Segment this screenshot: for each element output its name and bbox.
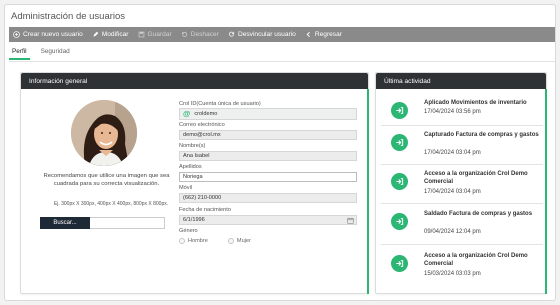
email-label: Correo electrónico [179,122,225,128]
lastname-value: Noriega [183,173,203,180]
user-id-value: croldemo [194,110,218,117]
modify-button[interactable]: Modificar [92,31,129,38]
undo-button[interactable]: Deshacer [181,31,219,38]
modify-label: Modificar [101,31,129,38]
activity-divider [381,164,543,165]
sign-in-icon [391,213,408,230]
general-info-header: Información general [21,73,368,89]
activity-accent-line [545,89,547,294]
unlink-user-label: Desvincular usuario [237,31,296,38]
activity-divider [381,203,543,204]
radio-male[interactable] [179,238,185,244]
back-button[interactable]: Regresar [305,31,342,38]
save-button[interactable]: Guardar [138,31,172,38]
gender-male-option[interactable]: Hombre [179,238,208,244]
activity-date: 17/04/2024 03:04 pm [424,189,481,195]
activity-date: 17/04/2024 03:56 pm [424,109,481,115]
activity-item: Acceso a la organización Crol Demo Comer… [391,171,541,201]
tab-divider [9,61,555,62]
toolbar: Crear nuevo usuario Modificar Guardar De… [9,27,555,42]
undo-label: Deshacer [190,31,219,38]
activity-divider [381,125,543,126]
plus-circle-icon [13,31,20,38]
profile-photo [71,100,137,166]
user-id-label: Crol ID(Cuenta única de usuario) [179,101,261,107]
lastname-field[interactable]: Noriega [179,172,357,182]
activity-item: Acceso a la organización Crol Demo Comer… [391,253,541,283]
unlink-icon [229,31,235,37]
activity-title: Acceso a la organización Crol Demo Comer… [424,253,528,267]
gender-female-label: Mujer [236,238,251,244]
page-title: Administración de usuarios [11,11,126,22]
activity-date: 09/04/2024 12:04 pm [424,229,481,235]
lastname-label: Apellidos [179,164,202,170]
user-id-field[interactable]: @ croldemo [179,108,357,120]
activity-header: Última actividad [376,73,546,89]
gender-label: Género [179,228,198,234]
unlink-user-button[interactable]: Desvincular usuario [228,31,296,38]
panel-accent-line [367,89,369,294]
activity-title: Capturado Factura de compras y gastos [424,132,539,138]
activity-title: Saldado Factura de compras y gastos [424,211,533,217]
save-label: Guardar [147,31,172,38]
mobile-field[interactable]: (662) 210-0000 [179,193,357,203]
file-path-field[interactable] [90,217,165,229]
avatar [71,100,137,166]
activity-divider [381,244,543,245]
gender-radio-group: Hombre Mujer [179,238,251,244]
sign-in-icon [391,134,408,151]
undo-icon [181,32,187,37]
pencil-icon [93,31,99,37]
browse-button[interactable]: Buscar... [40,217,90,229]
image-dimensions-text: Ej. 300px X 300px, 400px X 400px, 800px … [53,201,169,207]
activity-title: Aplicado Movimientos de inventario [424,100,527,106]
name-field[interactable]: Ana Isabel [179,151,357,161]
email-field[interactable]: demo@crol.mx [179,130,357,140]
calendar-icon[interactable] [347,217,354,224]
sign-in-icon [391,255,408,272]
file-picker: Buscar... [40,217,165,229]
birthdate-label: Fecha de nacimiento [179,207,231,213]
chevron-left-icon [306,31,310,38]
activity-title: Acceso a la organización Crol Demo Comer… [424,171,528,185]
activity-date: 17/04/2024 03:04 pm [424,150,481,156]
email-value: demo@crol.mx [183,131,221,138]
gender-male-label: Hombre [188,238,208,244]
mobile-label: Móvil [179,185,193,191]
back-label: Regresar [314,31,342,38]
app-window: Administración de usuarios Crear nuevo u… [4,4,556,301]
save-icon [138,31,144,38]
name-label: Nombre(s) [179,143,206,149]
birthdate-field[interactable]: 6/1/1996 [179,215,357,225]
general-info-panel: Información general Recomendamos que uti… [20,72,369,294]
at-sign-icon: @ [183,109,191,119]
radio-female[interactable] [227,238,234,244]
activity-item: Capturado Factura de compras y gastos 17… [391,132,541,162]
activity-item: Saldado Factura de compras y gastos 09/0… [391,211,541,241]
sign-in-icon [391,173,408,190]
tab-security[interactable]: Seguridad [38,46,73,60]
tab-profile[interactable]: Perfil [9,46,30,60]
activity-date: 15/03/2024 03:03 pm [424,271,481,277]
gender-female-option[interactable]: Mujer [227,238,251,244]
name-value: Ana Isabel [183,152,210,159]
sign-in-icon [391,102,408,119]
mobile-value: (662) 210-0000 [183,194,222,201]
tab-bar: Perfil Seguridad [9,46,73,60]
activity-panel: Última actividad Aplicado Movimientos de… [375,72,547,294]
birthdate-value: 6/1/1996 [183,216,205,223]
create-user-label: Crear nuevo usuario [23,31,83,38]
create-user-button[interactable]: Crear nuevo usuario [13,31,83,38]
image-recommendation-text: Recomendamos que utilice una imagen que … [43,173,170,187]
